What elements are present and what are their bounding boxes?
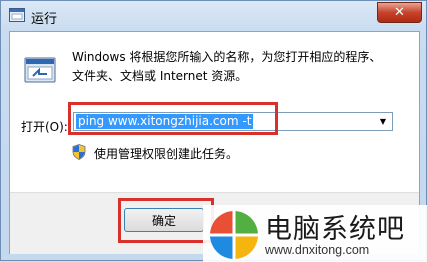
- input-highlight-box: [68, 102, 278, 135]
- run-program-icon: [24, 57, 56, 83]
- chevron-down-icon[interactable]: ▼: [375, 113, 391, 130]
- ok-button[interactable]: 确定: [124, 208, 204, 232]
- shield-icon: [72, 144, 86, 160]
- close-button[interactable]: ✕: [377, 2, 422, 23]
- run-program-icon: [9, 8, 25, 22]
- windows-logo-icon: [210, 211, 258, 259]
- close-icon: ✕: [394, 5, 405, 20]
- open-label: 打开(O):: [21, 120, 68, 134]
- watermark-title: 电脑系统吧: [265, 214, 405, 245]
- description-line-2: 文件夹、文档或 Internet 资源。: [72, 69, 248, 83]
- description: Windows 将根据您所输入的名称，为您打开相应的程序、 文件夹、文档或 In…: [72, 48, 402, 86]
- ok-button-label: 确定: [151, 213, 176, 228]
- run-dialog: 运行 ✕ Windows 将根据您所输入的名称，为您打开相应的程序、 文件夹、文…: [0, 0, 427, 262]
- title-bar[interactable]: 运行 ✕: [1, 1, 427, 31]
- description-line-1: Windows 将根据您所输入的名称，为您打开相应的程序、: [72, 50, 382, 64]
- watermark: 电脑系统吧 www.dnxitong.com: [203, 205, 427, 262]
- window-title: 运行: [31, 12, 58, 27]
- watermark-url: www.dnxitong.com: [265, 243, 370, 257]
- admin-note: 使用管理权限创建此任务。: [94, 147, 239, 161]
